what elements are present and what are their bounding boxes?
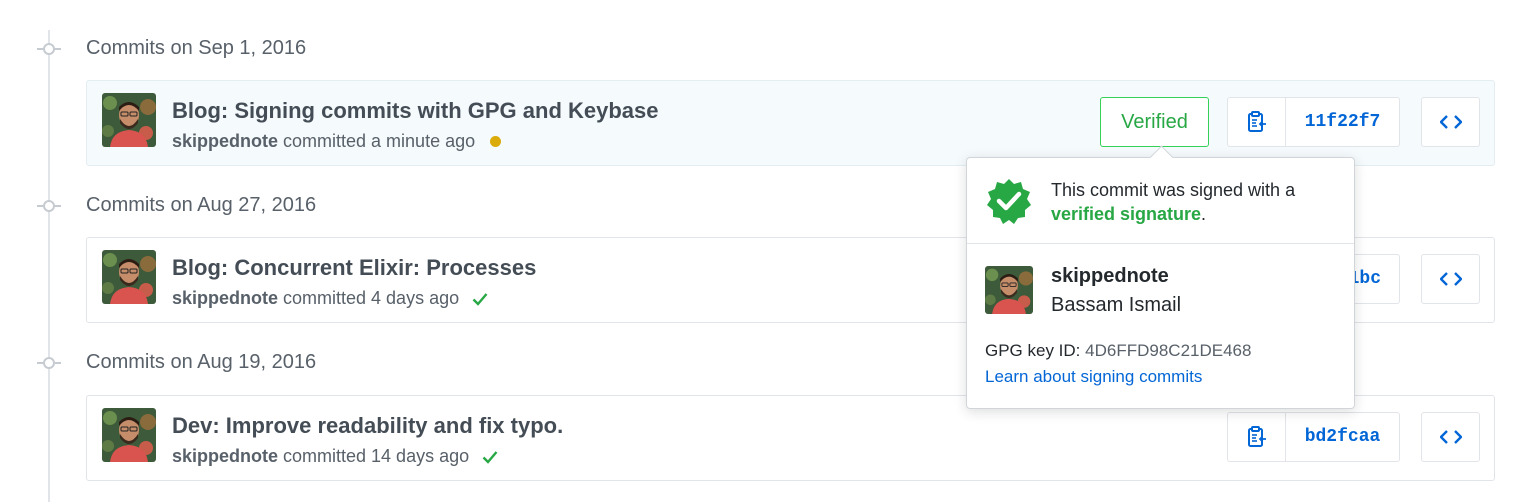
popover-message-prefix: This commit was signed with a [1051, 180, 1296, 200]
commit-author[interactable]: skippednote [172, 288, 278, 309]
timeline-commit-icon [37, 200, 61, 212]
check-icon[interactable] [472, 292, 488, 306]
commit-sha-link[interactable]: 11f22f7 [1286, 97, 1400, 147]
commit-meta: skippednote committed 4 days ago [172, 288, 488, 309]
commit-title[interactable]: Blog: Signing commits with GPG and Keyba… [172, 98, 659, 124]
commit-title[interactable]: Dev: Improve readability and fix typo. [172, 413, 563, 439]
popover-message-suffix: . [1201, 204, 1207, 224]
verified-badge-button[interactable]: Verified [1100, 97, 1209, 147]
commit-group-title: Commits on Aug 27, 2016 [86, 194, 317, 216]
copy-sha-button[interactable] [1227, 97, 1286, 147]
avatar[interactable] [102, 250, 156, 304]
signature-popover: This commit was signed with a verified s… [966, 145, 1355, 409]
copy-sha-button[interactable] [1227, 412, 1286, 462]
browse-repo-button[interactable] [1421, 254, 1480, 304]
browse-repo-button[interactable] [1421, 97, 1480, 147]
gpg-key-id: GPG key ID: 4D6FFD98C21DE468 [985, 341, 1251, 361]
commit-group-title: Commits on Sep 1, 2016 [86, 37, 307, 59]
code-icon [1440, 430, 1462, 444]
popover-full-name: Bassam Ismail [1051, 294, 1182, 316]
popover-username[interactable]: skippednote [1051, 265, 1169, 288]
verified-signature-label: verified signature [1051, 204, 1202, 224]
commit-time: committed 4 days ago [283, 288, 460, 308]
gpg-key-value: 4D6FFD98C21DE468 [1085, 341, 1252, 360]
code-icon [1440, 272, 1462, 286]
browse-repo-button[interactable] [1421, 412, 1480, 462]
commit-group-title: Commits on Aug 19, 2016 [86, 351, 317, 373]
commit-author[interactable]: skippednote [172, 446, 278, 467]
clipboard-icon [1247, 426, 1267, 448]
avatar[interactable] [102, 408, 156, 462]
timeline-commit-icon [37, 357, 61, 369]
commit-row: Blog: Signing commits with GPG and Keyba… [86, 80, 1495, 166]
commit-meta: skippednote committed a minute ago [172, 131, 502, 152]
commit-sha-link[interactable]: bd2fcaa [1286, 412, 1400, 462]
commit-author[interactable]: skippednote [172, 131, 278, 152]
commit-time: committed 14 days ago [283, 446, 470, 466]
timeline-line [48, 30, 50, 502]
verified-badge-icon [987, 179, 1031, 224]
popover-avatar[interactable] [985, 266, 1033, 314]
popover-message: This commit was signed with a verified s… [1051, 178, 1295, 226]
code-icon [1440, 115, 1462, 129]
commit-meta: skippednote committed 14 days ago [172, 446, 498, 467]
sha-button-group: 11f22f7 [1227, 97, 1400, 147]
check-icon[interactable] [482, 450, 498, 464]
learn-signing-link[interactable]: Learn about signing commits [985, 367, 1202, 387]
commit-time: committed a minute ago [283, 131, 476, 151]
gpg-key-label: GPG key ID: [985, 341, 1081, 360]
sha-button-group: bd2fcaa [1227, 412, 1400, 462]
popover-header: This commit was signed with a verified s… [967, 158, 1354, 244]
avatar[interactable] [102, 93, 156, 147]
pending-status-icon[interactable] [490, 136, 502, 147]
clipboard-icon [1247, 111, 1267, 133]
commit-title[interactable]: Blog: Concurrent Elixir: Processes [172, 255, 536, 281]
timeline-commit-icon [37, 43, 61, 55]
